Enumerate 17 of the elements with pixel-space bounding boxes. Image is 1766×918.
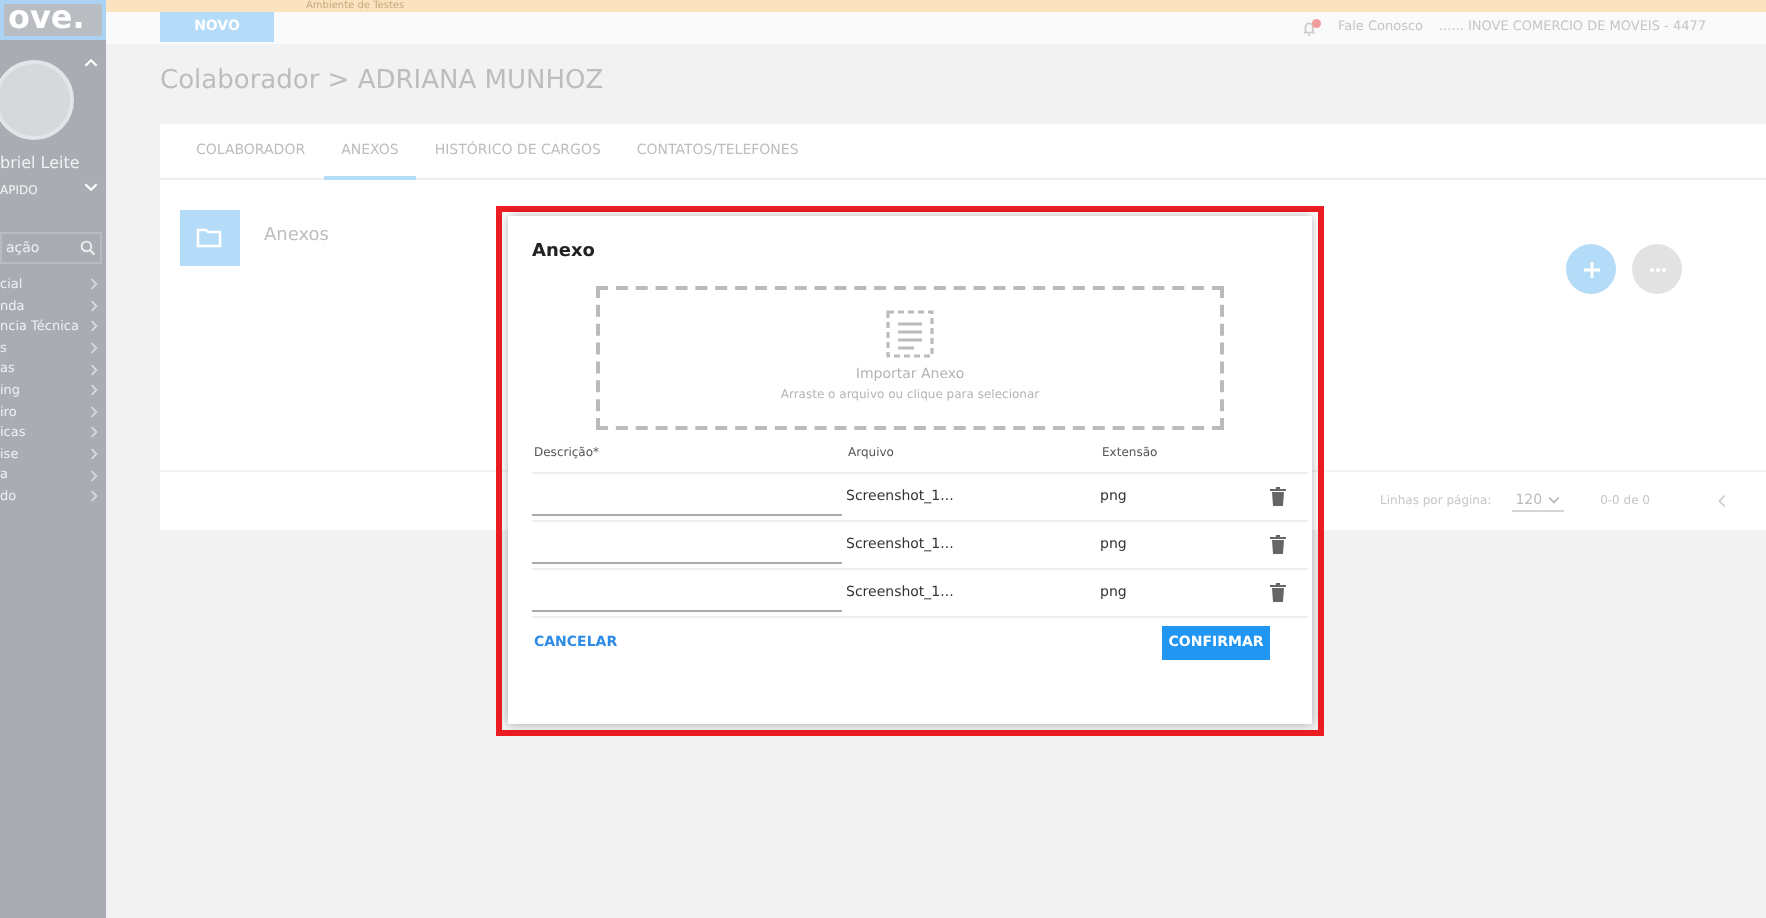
plus-icon bbox=[1581, 259, 1601, 279]
search-icon[interactable] bbox=[80, 236, 96, 260]
avatar bbox=[0, 60, 74, 140]
user-name: briel Leite bbox=[0, 152, 82, 176]
dialog-title: Anexo bbox=[532, 240, 597, 266]
delete-icon[interactable] bbox=[1270, 485, 1286, 507]
folder-icon bbox=[180, 209, 240, 265]
section-title: Anexos bbox=[264, 223, 329, 250]
logo: ove. bbox=[0, 0, 106, 40]
caret-icon bbox=[1548, 496, 1561, 504]
add-button[interactable] bbox=[1566, 244, 1616, 294]
delete-icon[interactable] bbox=[1270, 533, 1286, 555]
previous-page-icon[interactable] bbox=[1718, 492, 1726, 510]
document-icon bbox=[886, 310, 934, 359]
more-button[interactable] bbox=[1632, 244, 1682, 294]
bell-icon[interactable] bbox=[1299, 18, 1322, 40]
delete-icon[interactable] bbox=[1270, 581, 1286, 603]
